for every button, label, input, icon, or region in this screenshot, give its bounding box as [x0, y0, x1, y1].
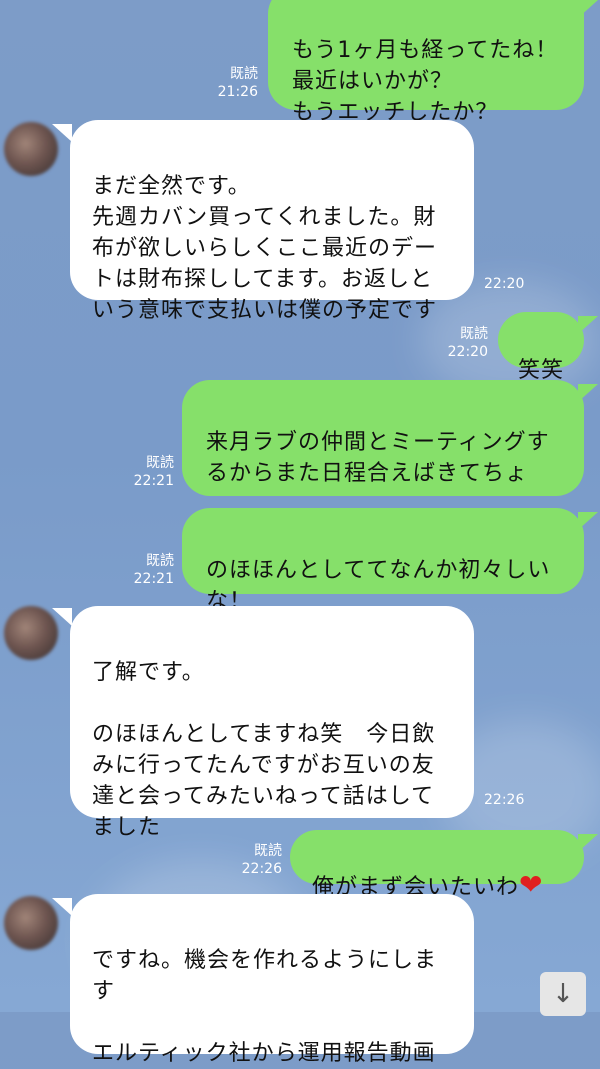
bubble-tail	[578, 512, 598, 530]
read-receipt: 既読	[230, 66, 258, 82]
message-text: ですね。機会を作れるようにしま す エルティック社から運用報告動画	[92, 948, 438, 1066]
bubble-tail	[578, 0, 598, 18]
read-receipt: 既読	[146, 455, 174, 471]
timestamp: 22:26	[484, 792, 525, 808]
bubble-tail	[52, 898, 72, 916]
message-meta: 既読 22:21	[126, 454, 174, 490]
avatar[interactable]	[4, 122, 58, 176]
message-bubble[interactable]: 了解です。 のほほんとしてますね笑 今日飲 みに行ってたんですがお互いの友 達と…	[70, 606, 474, 840]
message-meta: 既読 22:20	[440, 325, 488, 361]
bubble-tail	[52, 124, 72, 142]
message-text: 来月ラブの仲間とミーティングす るからまた日程合えばきてちょ	[206, 430, 550, 486]
timestamp: 22:21	[133, 473, 174, 489]
avatar[interactable]	[4, 896, 58, 950]
scroll-to-bottom-button[interactable]: ↓	[540, 972, 586, 1016]
message-bubble[interactable]: ですね。機会を作れるようにしま す エルティック社から運用報告動画	[70, 894, 474, 1066]
bubble-tail	[578, 316, 598, 334]
timestamp: 22:26	[241, 861, 282, 877]
message-meta: 既読 22:21	[126, 552, 174, 588]
message-bubble[interactable]: 俺がまず会いたいわ❤	[290, 830, 584, 900]
timestamp: 21:26	[217, 84, 258, 100]
bubble-tail	[578, 834, 598, 852]
arrow-down-icon: ↓	[552, 979, 574, 1009]
timestamp: 22:20	[447, 344, 488, 360]
read-receipt: 既読	[254, 843, 282, 859]
bubble-tail	[578, 384, 598, 402]
message-bubble[interactable]: まだ全然です。 先週カバン買ってくれました。財 布が欲しいらしくここ最近のデー …	[70, 120, 474, 323]
timestamp: 22:20	[484, 276, 525, 292]
avatar[interactable]	[4, 606, 58, 660]
timestamp: 22:21	[133, 571, 174, 587]
message-meta: 既読 22:26	[234, 842, 282, 878]
message-bubble[interactable]: 来月ラブの仲間とミーティングす るからまた日程合えばきてちょ 👍	[182, 380, 584, 550]
message-text: まだ全然です。 先週カバン買ってくれました。財 布が欲しいらしくここ最近のデー …	[92, 174, 438, 323]
read-receipt: 既読	[460, 326, 488, 342]
message-text: もう1ヶ月も経ってたね！ 最近はいかが？ もうエッチしたか？	[292, 38, 559, 125]
heart-icon: ❤	[519, 868, 544, 901]
message-meta: 既読 21:26	[210, 65, 258, 101]
message-text: 了解です。 のほほんとしてますね笑 今日飲 みに行ってたんですがお互いの友 達と…	[92, 660, 436, 840]
read-receipt: 既読	[146, 553, 174, 569]
message-bubble[interactable]: のほほんとしててなんか初々しい な！	[182, 508, 584, 614]
message-bubble[interactable]: もう1ヶ月も経ってたね！ 最近はいかが？ もうエッチしたか？	[268, 0, 584, 125]
message-bubble[interactable]: 笑笑	[498, 312, 584, 383]
bubble-tail	[52, 608, 72, 626]
